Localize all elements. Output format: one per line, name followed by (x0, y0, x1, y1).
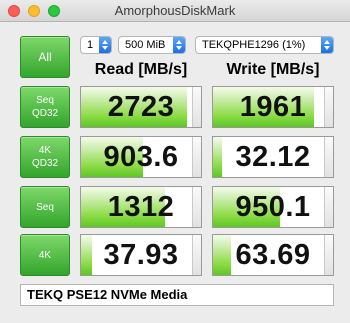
seq-qd32-write-value: 1961 (239, 91, 307, 123)
row-label-line2: QD32 (31, 108, 59, 119)
select-arrows-icon (99, 37, 111, 53)
4k-read-result: 37.93 (80, 234, 202, 276)
drive-select[interactable]: TEKQPHE1296 (1%) (195, 36, 334, 54)
row-label-line2: QD32 (31, 158, 59, 169)
title-bar: AmorphousDiskMark (0, 0, 350, 22)
device-name-field[interactable]: TEKQ PSE12 NVMe Media (20, 284, 334, 306)
seq-write-value: 950.1 (235, 191, 311, 223)
test-size-select[interactable]: 500 MiB (118, 36, 186, 54)
test-count-select[interactable]: 1 (80, 36, 112, 54)
seq-write-result: 950.1 (212, 186, 334, 228)
run-seq-qd32-button[interactable]: Seq QD32 (20, 86, 70, 128)
4k-read-value: 37.93 (103, 239, 179, 271)
select-arrows-icon (321, 37, 333, 53)
4k-qd32-write-value: 32.12 (235, 141, 311, 173)
test-count-value: 1 (87, 39, 94, 51)
drive-value: TEKQPHE1296 (1%) (202, 39, 306, 51)
row-label-line1: 4K (38, 249, 52, 261)
window-title: AmorphousDiskMark (114, 3, 236, 18)
row-label-line1: Seq (36, 201, 54, 213)
seq-qd32-read-result: 2723 (80, 86, 202, 128)
write-column-header: Write [MB/s] (226, 61, 320, 78)
4k-qd32-read-value: 903.6 (103, 141, 179, 173)
run-4k-qd32-button[interactable]: 4K QD32 (20, 136, 70, 178)
seq-read-value: 1312 (107, 191, 175, 223)
select-arrows-icon (173, 37, 185, 53)
4k-qd32-write-result: 32.12 (212, 136, 334, 178)
run-all-button[interactable]: All (20, 36, 70, 78)
seq-qd32-read-value: 2723 (107, 91, 175, 123)
read-column-header: Read [MB/s] (94, 61, 188, 78)
run-seq-button[interactable]: Seq (20, 186, 70, 228)
run-4k-button[interactable]: 4K (20, 234, 70, 276)
4k-qd32-read-result: 903.6 (80, 136, 202, 178)
4k-write-result: 63.69 (212, 234, 334, 276)
4k-write-value: 63.69 (235, 239, 311, 271)
seq-qd32-write-result: 1961 (212, 86, 334, 128)
seq-read-result: 1312 (80, 186, 202, 228)
test-size-value: 500 MiB (125, 39, 166, 51)
row-label-line1: 4K (38, 145, 52, 156)
row-label-line1: Seq (36, 95, 54, 106)
